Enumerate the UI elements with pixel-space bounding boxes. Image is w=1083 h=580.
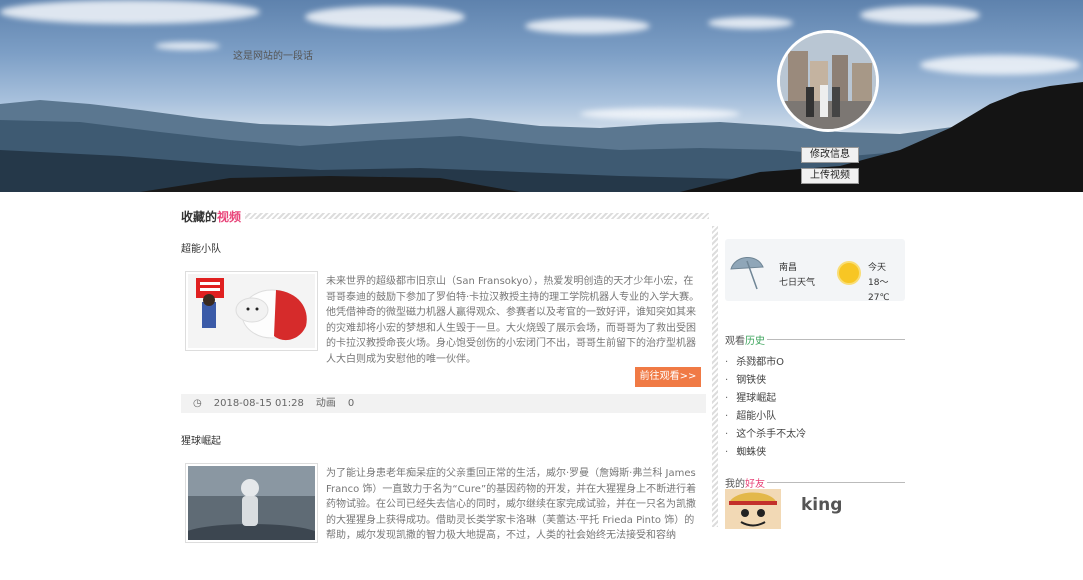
column-divider (712, 226, 718, 527)
section-title: 收藏的视频 (181, 204, 709, 226)
video-title[interactable]: 超能小队 (181, 240, 706, 255)
history-item[interactable]: 蜘蛛侠 (725, 444, 806, 462)
friend-avatar[interactable] (725, 489, 781, 529)
header-banner: 这是网站的一段话 修改信息 上传视频 (0, 0, 1083, 192)
section-title-prefix: 收藏的 (181, 210, 218, 224)
weather-widget: 南昌 七日天气 今天 18～27℃ (725, 239, 905, 303)
weather-city-block: 南昌 七日天气 (779, 261, 815, 291)
video-card: 为了能让身患老年痴呆症的父亲重回正常的生活，威尔·罗曼（詹姆斯·弗兰科 Jame… (181, 446, 706, 580)
planet-poster (188, 466, 315, 540)
history-item[interactable]: 超能小队 (725, 408, 806, 426)
video-description: 未来世界的超级都市旧京山（San Fransokyo），热爱发明创造的天才少年小… (326, 276, 700, 365)
big-hero-poster (188, 274, 315, 348)
history-item[interactable]: 猩球崛起 (725, 390, 806, 408)
umbrella-icon (730, 257, 764, 290)
friend-avatar-image (725, 489, 781, 529)
video-card: 未来世界的超级都市旧京山（San Fransokyo），热爱发明创造的天才少年小… (181, 254, 706, 388)
history-list: 杀戮都市O 钢铁侠 猩球崛起 超能小队 这个杀手不太冷 蜘蛛侠 (725, 354, 806, 462)
site-tagline: 这是网站的一段话 (233, 51, 313, 62)
history-item[interactable]: 这个杀手不太冷 (725, 426, 806, 444)
video-count: 0 (347, 398, 355, 409)
friends-divider (767, 482, 905, 483)
friends-heading: 我的好友 (725, 475, 905, 490)
watch-button[interactable]: 前往观看>> (635, 367, 701, 387)
edit-profile-button[interactable]: 修改信息 (801, 147, 859, 163)
avatar-photo (780, 33, 876, 129)
section-heading: 收藏的视频 (181, 208, 246, 225)
video-description: 为了能让身患老年痴呆症的父亲重回正常的生活，威尔·罗曼（詹姆斯·弗兰科 Jame… (326, 468, 697, 541)
history-item[interactable]: 钢铁侠 (725, 372, 806, 390)
video-thumbnail[interactable] (185, 271, 318, 351)
history-item[interactable]: 杀戮都市O (725, 354, 806, 372)
sun-icon (837, 261, 861, 285)
title-stripe (181, 213, 709, 219)
user-avatar[interactable] (777, 30, 879, 132)
weather-city: 南昌 (779, 263, 798, 273)
weather-temperature: 18～27℃ (868, 278, 890, 303)
video-thumbnail[interactable] (185, 463, 318, 543)
friend-name[interactable]: king (801, 495, 842, 515)
upload-video-button[interactable]: 上传视频 (801, 168, 859, 184)
history-title-prefix: 观看 (725, 336, 745, 347)
history-title-highlight: 历史 (745, 336, 765, 347)
weather-today-block: 今天 18～27℃ (868, 261, 905, 306)
weather-today-label: 今天 (868, 263, 887, 273)
video-category: 动画 (315, 398, 336, 409)
video-date: 2018-08-15 01:28 (213, 398, 304, 409)
video-title[interactable]: 猩球崛起 (181, 432, 706, 447)
favorites-section: 收藏的视频 超能小队 未来世界的超级都市旧京山（San Fransokyo），热… (181, 204, 709, 580)
weather-forecast-link[interactable]: 七日天气 (779, 276, 815, 291)
clock-icon: ◷ (193, 398, 202, 409)
mountain-landscape (0, 82, 1083, 192)
video-meta: ◷ 2018-08-15 01:28 动画 0 (181, 394, 706, 413)
section-title-highlight: 视频 (217, 210, 242, 224)
history-heading: 观看历史 (725, 332, 905, 347)
history-divider (767, 339, 905, 340)
